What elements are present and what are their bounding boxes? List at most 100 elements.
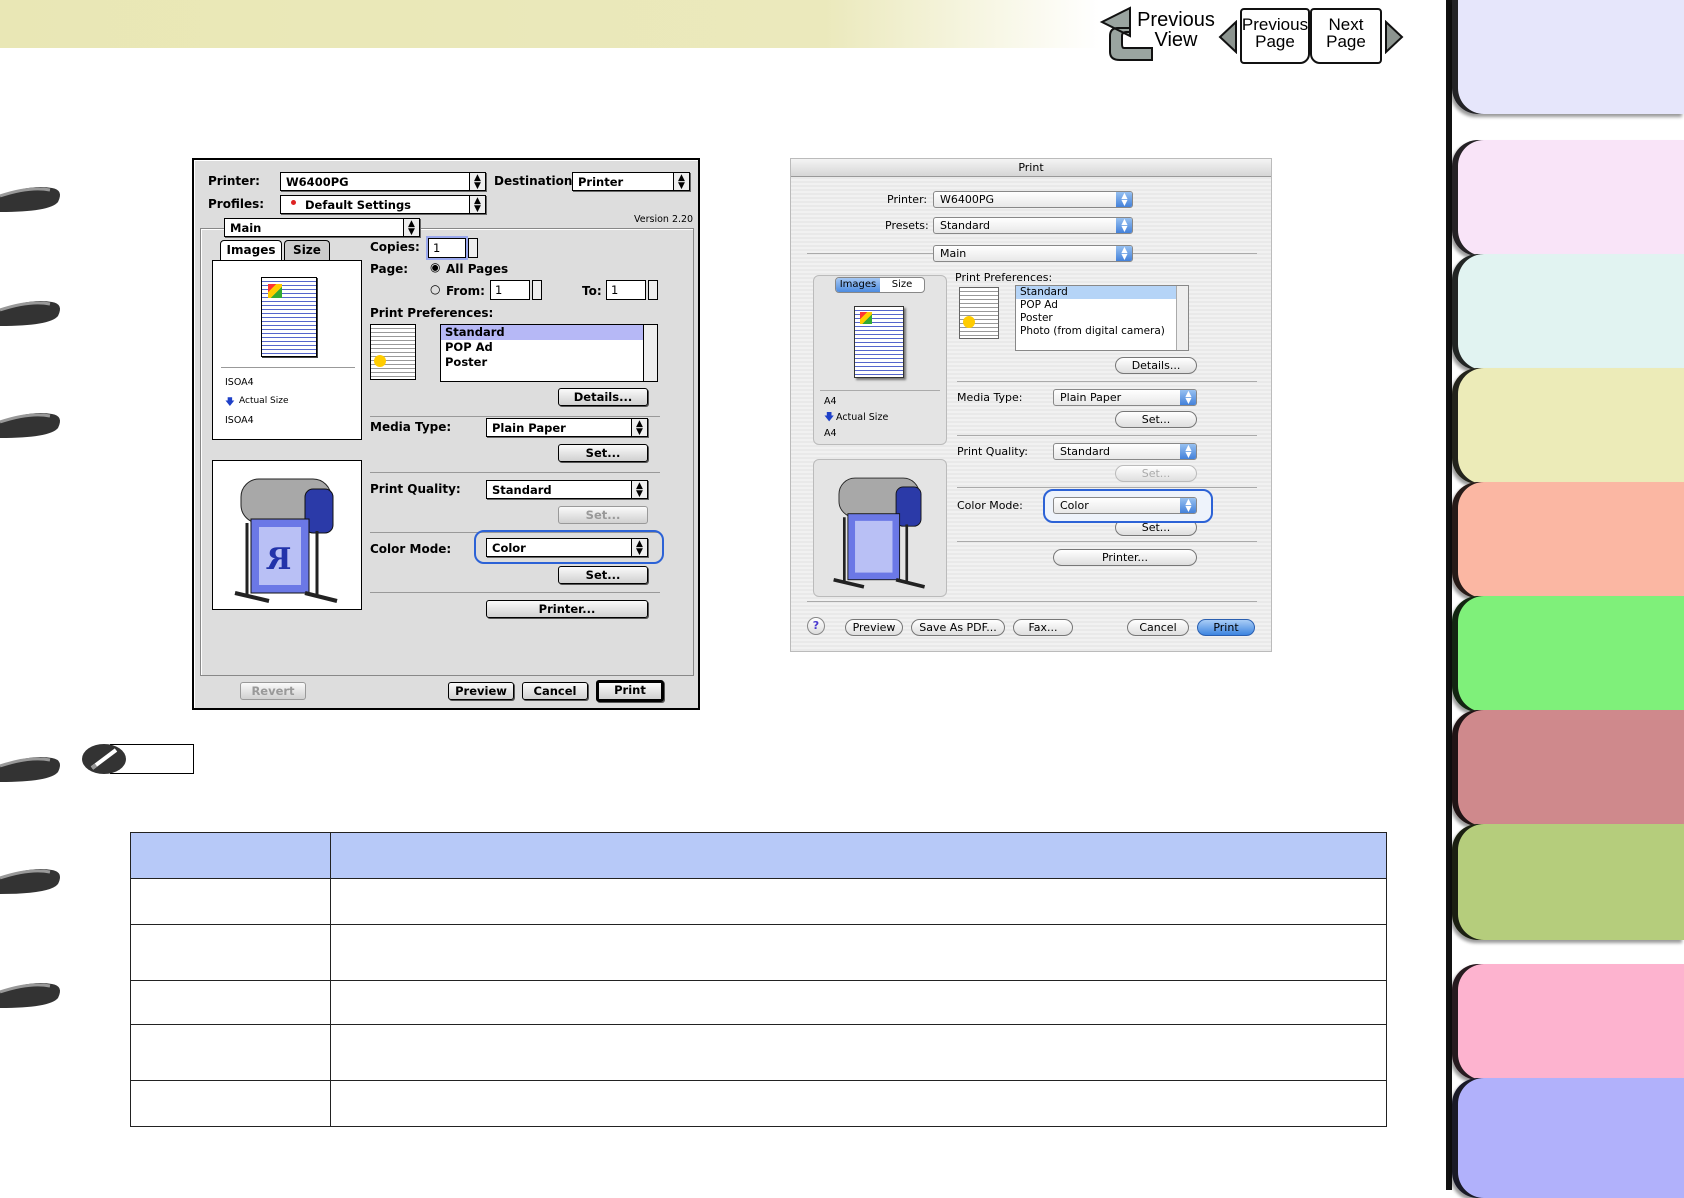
list-item[interactable]: POP Ad — [1016, 299, 1188, 312]
panel-select[interactable]: Main ▲ ▼ — [933, 245, 1133, 262]
scale-label: Actual Size — [239, 396, 289, 406]
from-field[interactable]: 1 — [490, 280, 530, 300]
preview-button[interactable]: Preview — [448, 682, 514, 700]
index-tab-4[interactable] — [1452, 368, 1684, 484]
index-tab-10[interactable] — [1452, 1078, 1684, 1198]
list-scrollbar[interactable] — [1176, 286, 1188, 350]
binding-ring-icon — [0, 301, 60, 326]
all-pages-radio[interactable]: ◉ — [430, 260, 440, 274]
index-tab-7[interactable] — [1452, 710, 1684, 826]
details-button[interactable]: Details... — [558, 388, 648, 406]
destination-label: Destination: — [494, 174, 578, 188]
print-button[interactable]: Print — [1197, 619, 1255, 636]
copies-field[interactable]: 1 — [428, 238, 466, 258]
list-item[interactable]: POP Ad — [441, 340, 657, 355]
tab-size[interactable]: Size — [284, 240, 330, 260]
layout-preview: ISOA4 🡇 Actual Size ISOA4 — [212, 260, 362, 440]
header-band — [0, 0, 1100, 48]
list-scrollbar[interactable] — [643, 325, 657, 381]
destination-select[interactable]: Printer ▲ ▼ — [572, 172, 690, 191]
table-cell — [130, 832, 331, 879]
updown-icon: ▲ ▼ — [1180, 444, 1196, 459]
presets-label: Presets: — [885, 219, 929, 232]
copies-stepper[interactable] — [468, 238, 478, 258]
help-icon[interactable]: ? — [807, 617, 825, 635]
cancel-button[interactable]: Cancel — [522, 682, 588, 700]
previous-page-button[interactable]: Previous Page — [1218, 6, 1310, 68]
list-item[interactable]: Standard — [1016, 286, 1188, 299]
index-tab-5[interactable] — [1452, 482, 1684, 598]
list-item[interactable]: Poster — [441, 355, 657, 370]
revert-button[interactable]: Revert — [240, 682, 306, 700]
print-prefs-list[interactable]: Standard POP Ad Poster Photo (from digit… — [1015, 285, 1189, 351]
panel-select[interactable]: Main ▲ ▼ — [224, 218, 420, 237]
to-label: To: — [582, 284, 602, 298]
tab-images[interactable]: Images — [836, 278, 880, 292]
quality-set-button[interactable]: Set... — [1115, 465, 1197, 482]
tab-images[interactable]: Images — [220, 240, 282, 260]
index-tab-1[interactable] — [1452, 0, 1684, 114]
index-tab-2[interactable] — [1452, 140, 1684, 256]
printer-button[interactable]: Printer... — [486, 600, 648, 618]
media-set-button[interactable]: Set... — [558, 444, 648, 462]
cancel-button[interactable]: Cancel — [1127, 619, 1189, 636]
list-item[interactable]: Poster — [1016, 312, 1188, 325]
index-tab-8[interactable] — [1452, 824, 1684, 940]
print-quality-select[interactable]: Standard ▲ ▼ — [486, 480, 648, 499]
index-tab-6[interactable] — [1452, 596, 1684, 712]
print-quality-select[interactable]: Standard ▲ ▼ — [1053, 443, 1197, 460]
media-type-label: Media Type: — [957, 391, 1023, 404]
fax-button[interactable]: Fax... — [1013, 619, 1073, 636]
previous-view-button[interactable]: Previous View — [1080, 4, 1238, 62]
preview-button[interactable]: Preview — [845, 619, 903, 636]
table-cell — [130, 1024, 331, 1081]
right-triangle-icon — [1385, 20, 1404, 54]
from-stepper[interactable] — [532, 280, 542, 300]
binding-ring-icon — [0, 757, 60, 782]
table-cell — [330, 832, 1387, 879]
print-button[interactable]: Print — [596, 680, 664, 702]
print-prefs-label: Print Preferences: — [370, 306, 494, 320]
to-field[interactable]: 1 — [606, 280, 646, 300]
previous-page-label: Previous Page — [1241, 15, 1309, 51]
paper-out-label: ISOA4 — [225, 415, 254, 426]
updown-icon: ▲ ▼ — [631, 419, 647, 436]
table-cell — [330, 1080, 1387, 1127]
table-row — [130, 1080, 1387, 1127]
media-type-select[interactable]: Plain Paper ▲ ▼ — [486, 418, 648, 437]
print-prefs-list[interactable]: Standard POP Ad Poster — [440, 324, 658, 382]
presets-select[interactable]: Standard ▲ ▼ — [933, 217, 1133, 234]
binding-ring-icon — [0, 187, 60, 212]
previous-view-label: Previous View — [1137, 9, 1215, 51]
table-row — [130, 924, 1387, 981]
list-item[interactable]: Photo (from digital camera) — [1016, 325, 1188, 338]
profiles-select[interactable]: Default Settings ▲ ▼ — [280, 195, 486, 214]
save-pdf-button[interactable]: Save As PDF... — [911, 619, 1005, 636]
updown-icon: ▲ ▼ — [1180, 498, 1196, 513]
next-page-button[interactable]: Next Page — [1310, 6, 1406, 68]
index-tab-9[interactable] — [1452, 964, 1684, 1080]
table-cell — [130, 1080, 331, 1127]
binding-ring-icon — [0, 869, 60, 894]
media-set-button[interactable]: Set... — [1115, 411, 1197, 428]
from-radio[interactable]: ○ — [430, 282, 440, 296]
quality-set-button[interactable]: Set... — [558, 506, 648, 524]
tab-size[interactable]: Size — [880, 278, 924, 292]
printer-image — [813, 459, 947, 597]
color-set-button[interactable]: Set... — [558, 566, 648, 584]
printer-select[interactable]: W6400PG ▲ ▼ — [933, 191, 1133, 208]
media-type-select[interactable]: Plain Paper ▲ ▼ — [1053, 389, 1197, 406]
details-button[interactable]: Details... — [1115, 357, 1197, 374]
layout-preview: A4 🡇 Actual Size A4 — [813, 275, 947, 445]
index-tab-3[interactable] — [1452, 254, 1684, 370]
updown-icon: ▲ ▼ — [631, 481, 647, 498]
tab-control: Images Size — [835, 277, 925, 293]
printer-button[interactable]: Printer... — [1053, 549, 1197, 566]
color-mode-select[interactable]: Color ▲ ▼ — [1053, 497, 1197, 514]
printer-select[interactable]: W6400PG ▲ ▼ — [280, 172, 486, 191]
list-item[interactable]: Standard — [441, 325, 657, 340]
color-mode-select[interactable]: Color ▲ ▼ — [486, 538, 648, 557]
to-stepper[interactable] — [648, 280, 658, 300]
binding-ring-icon — [0, 413, 60, 438]
page-thumbnail — [261, 277, 317, 357]
